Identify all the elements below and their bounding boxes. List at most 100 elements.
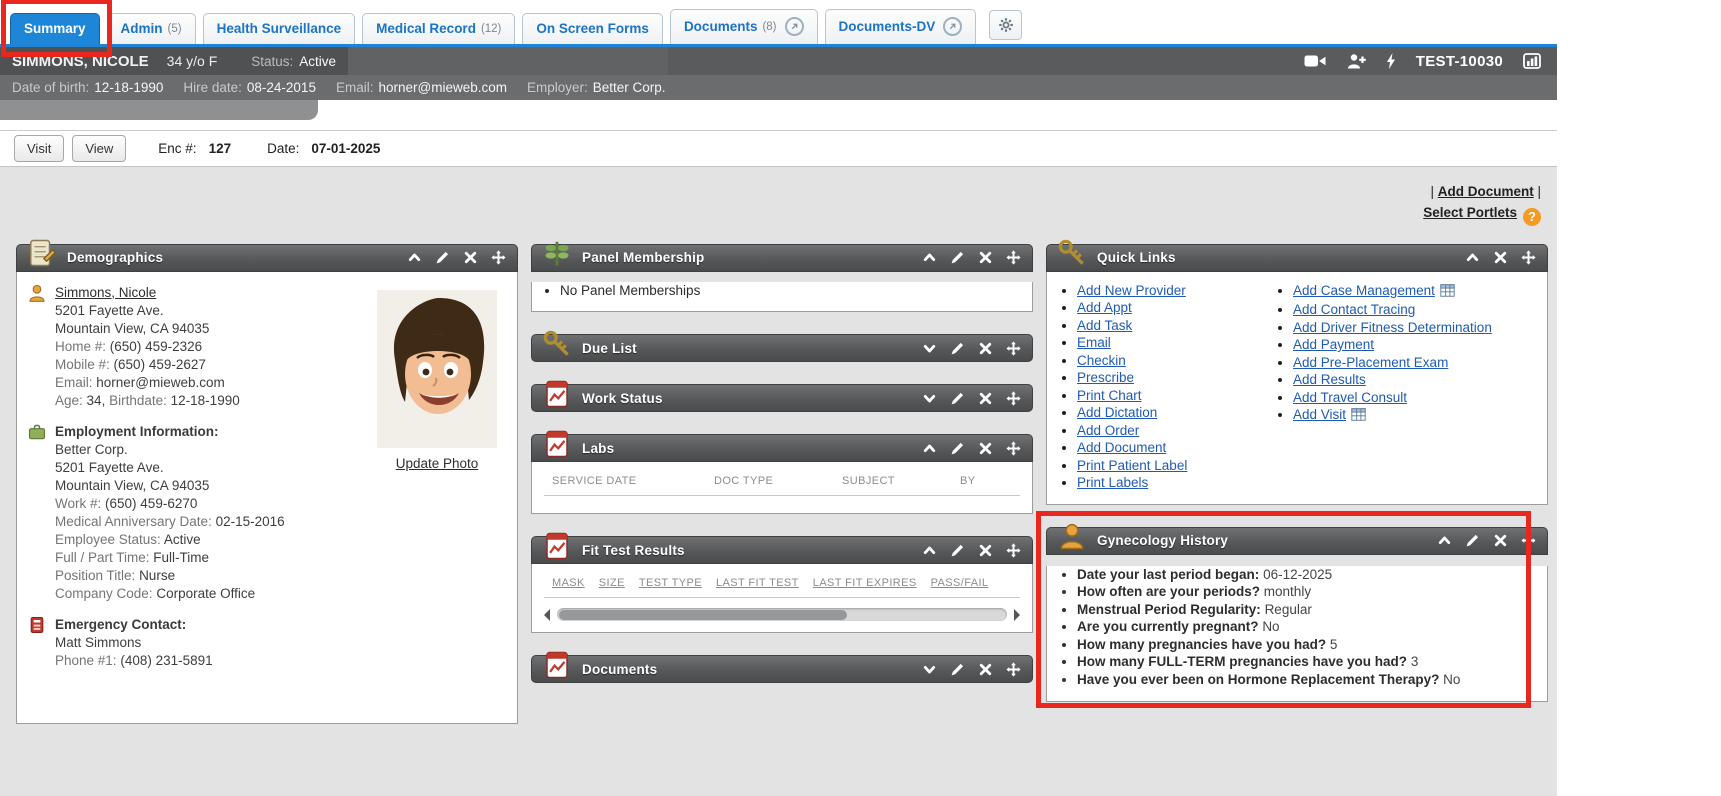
edit-icon[interactable] bbox=[1465, 533, 1480, 548]
list-item: Add Pre-Placement Exam bbox=[1293, 354, 1492, 372]
edit-icon[interactable] bbox=[950, 391, 965, 406]
quick-link-checkin[interactable]: Checkin bbox=[1077, 353, 1126, 368]
collapse-icon[interactable] bbox=[1465, 250, 1480, 265]
quick-link-add-document[interactable]: Add Document bbox=[1077, 440, 1166, 455]
quick-link-prescribe[interactable]: Prescribe bbox=[1077, 370, 1134, 385]
collapse-icon[interactable] bbox=[922, 543, 937, 558]
portlet-controls bbox=[1437, 533, 1536, 548]
move-icon[interactable] bbox=[1521, 250, 1536, 265]
dob-value: 12-18-1990 bbox=[94, 80, 163, 95]
help-icon[interactable]: ? bbox=[1523, 208, 1541, 226]
quick-link-add-case-management[interactable]: Add Case Management bbox=[1293, 283, 1435, 298]
collapse-icon[interactable] bbox=[922, 441, 937, 456]
quick-link-add-dictation[interactable]: Add Dictation bbox=[1077, 405, 1157, 420]
edit-icon[interactable] bbox=[435, 250, 450, 265]
edit-icon[interactable] bbox=[950, 441, 965, 456]
collapse-icon[interactable] bbox=[407, 250, 422, 265]
tab-admin[interactable]: Admin (5) bbox=[107, 13, 196, 44]
quick-link-add-new-provider[interactable]: Add New Provider bbox=[1077, 283, 1186, 298]
quick-link-add-order[interactable]: Add Order bbox=[1077, 423, 1139, 438]
quick-link-add-payment[interactable]: Add Payment bbox=[1293, 337, 1374, 352]
scroll-right-arrow[interactable] bbox=[1014, 609, 1020, 621]
move-icon[interactable] bbox=[1521, 533, 1536, 548]
move-icon[interactable] bbox=[1006, 250, 1021, 265]
quick-link-add-contact-tracing[interactable]: Add Contact Tracing bbox=[1293, 302, 1415, 317]
close-icon[interactable] bbox=[978, 250, 993, 265]
expand-icon[interactable] bbox=[922, 391, 937, 406]
quick-link-email[interactable]: Email bbox=[1077, 335, 1111, 350]
quick-link-add-pre-placement-exam[interactable]: Add Pre-Placement Exam bbox=[1293, 355, 1448, 370]
update-photo-link[interactable]: Update Photo bbox=[396, 456, 479, 471]
column-header[interactable]: LAST FIT EXPIRES bbox=[813, 577, 917, 589]
move-icon[interactable] bbox=[1006, 391, 1021, 406]
list-item: Add Appt bbox=[1077, 299, 1265, 317]
edit-icon[interactable] bbox=[950, 662, 965, 677]
portlet-column-1: Demographics bbox=[16, 244, 518, 724]
open-new-window-icon[interactable] bbox=[943, 17, 962, 36]
collapse-icon[interactable] bbox=[1437, 533, 1452, 548]
add-document-link[interactable]: Add Document bbox=[1438, 184, 1534, 199]
close-icon[interactable] bbox=[1493, 250, 1508, 265]
lightning-bolt-icon[interactable] bbox=[1386, 53, 1396, 69]
video-camera-icon[interactable] bbox=[1304, 54, 1326, 68]
quick-link-add-driver-fitness-determination[interactable]: Add Driver Fitness Determination bbox=[1293, 320, 1492, 335]
quick-link-print-chart[interactable]: Print Chart bbox=[1077, 388, 1142, 403]
edit-icon[interactable] bbox=[950, 341, 965, 356]
tab-medical-record[interactable]: Medical Record (12) bbox=[362, 13, 515, 44]
move-icon[interactable] bbox=[1006, 341, 1021, 356]
column-header[interactable]: TEST TYPE bbox=[639, 577, 702, 589]
close-icon[interactable] bbox=[978, 543, 993, 558]
tab-label: Health Surveillance bbox=[217, 21, 342, 36]
edit-icon[interactable] bbox=[950, 250, 965, 265]
move-icon[interactable] bbox=[491, 250, 506, 265]
expand-icon[interactable] bbox=[922, 341, 937, 356]
move-icon[interactable] bbox=[1006, 441, 1021, 456]
column-header[interactable]: MASK bbox=[552, 577, 585, 589]
scrollbar-thumb[interactable] bbox=[559, 610, 847, 620]
tab-documents-dv[interactable]: Documents-DV bbox=[825, 9, 977, 44]
tab-health-surveillance[interactable]: Health Surveillance bbox=[203, 13, 356, 44]
close-icon[interactable] bbox=[1493, 533, 1508, 548]
portlet-title: Documents bbox=[582, 662, 657, 677]
patient-name-link[interactable]: Simmons, Nicole bbox=[55, 285, 156, 300]
quick-link-print-patient-label[interactable]: Print Patient Label bbox=[1077, 458, 1187, 473]
quick-link-add-task[interactable]: Add Task bbox=[1077, 318, 1132, 333]
move-icon[interactable] bbox=[1006, 543, 1021, 558]
close-icon[interactable] bbox=[978, 341, 993, 356]
emergency-lines: Emergency Contact: Matt Simmons Phone #1… bbox=[55, 616, 213, 670]
close-icon[interactable] bbox=[463, 250, 478, 265]
visit-button[interactable]: Visit bbox=[14, 135, 64, 162]
quick-link-add-travel-consult[interactable]: Add Travel Consult bbox=[1293, 390, 1407, 405]
list-item: Add Order bbox=[1077, 422, 1265, 440]
column-header[interactable]: LAST FIT TEST bbox=[716, 577, 799, 589]
close-icon[interactable] bbox=[978, 662, 993, 677]
quick-link-add-visit[interactable]: Add Visit bbox=[1293, 407, 1346, 422]
tab-summary[interactable]: Summary bbox=[10, 13, 100, 44]
close-icon[interactable] bbox=[978, 391, 993, 406]
scrollbar-track[interactable] bbox=[557, 608, 1007, 621]
collapse-icon[interactable] bbox=[922, 250, 937, 265]
tab-settings-button[interactable] bbox=[989, 10, 1022, 40]
patient-banner: SIMMONS, NICOLE 34 y/o F Status: Active … bbox=[0, 47, 1557, 75]
gyn-history-item: Have you ever been on Hormone Replacemen… bbox=[1077, 671, 1547, 689]
gyn-history-item: Are you currently pregnant? No bbox=[1077, 618, 1547, 636]
column-header[interactable]: SIZE bbox=[599, 577, 625, 589]
add-person-icon[interactable] bbox=[1346, 53, 1366, 69]
open-new-window-icon[interactable] bbox=[785, 17, 804, 36]
bar-chart-icon[interactable] bbox=[1523, 53, 1541, 69]
expand-icon[interactable] bbox=[922, 662, 937, 677]
move-icon[interactable] bbox=[1006, 662, 1021, 677]
select-portlets-link[interactable]: Select Portlets bbox=[1423, 205, 1517, 220]
status-label: Status: bbox=[251, 54, 293, 69]
column-header[interactable]: PASS/FAIL bbox=[931, 577, 989, 589]
tab-on-screen-forms[interactable]: On Screen Forms bbox=[522, 13, 663, 44]
tab-documents[interactable]: Documents (8) bbox=[670, 9, 818, 44]
quick-link-add-appt[interactable]: Add Appt bbox=[1077, 300, 1132, 315]
edit-icon[interactable] bbox=[950, 543, 965, 558]
view-button[interactable]: View bbox=[72, 135, 126, 162]
quick-link-add-results[interactable]: Add Results bbox=[1293, 372, 1366, 387]
scroll-left-arrow[interactable] bbox=[544, 609, 550, 621]
close-icon[interactable] bbox=[978, 441, 993, 456]
list-item: Add Contact Tracing bbox=[1293, 301, 1492, 319]
quick-link-print-labels[interactable]: Print Labels bbox=[1077, 475, 1148, 490]
